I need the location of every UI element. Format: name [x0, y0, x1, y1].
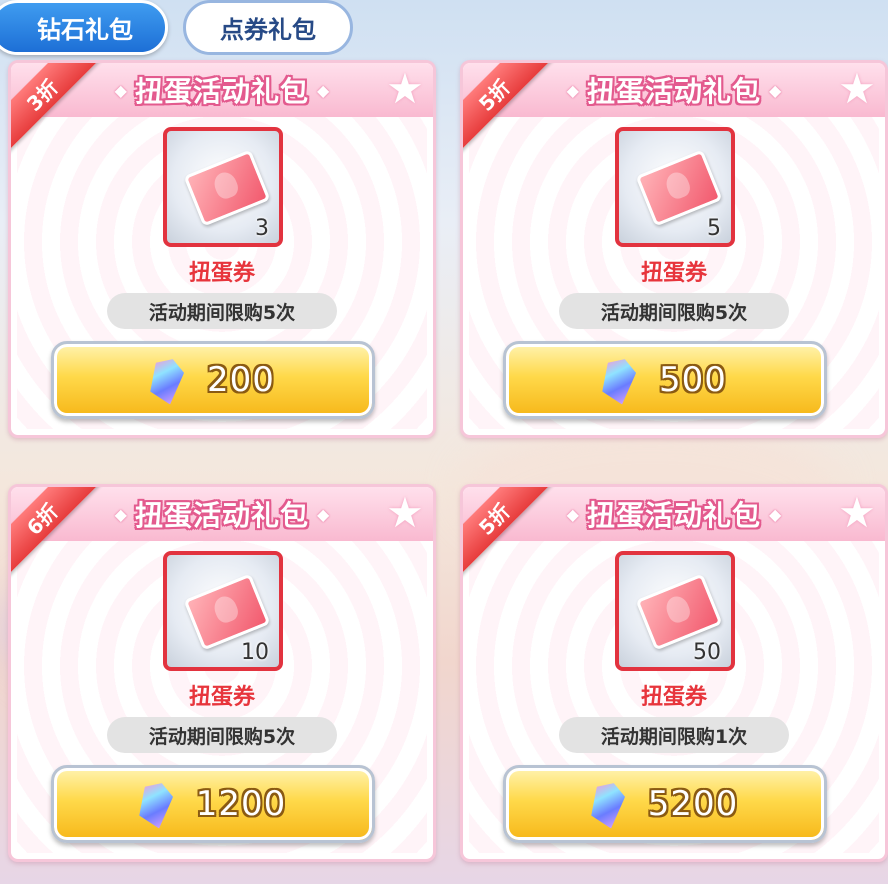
- gacha-ticket-icon: [183, 149, 271, 227]
- buy-button[interactable]: 1200: [51, 765, 375, 843]
- item-slot[interactable]: 5: [615, 127, 735, 247]
- price-label: 5200: [647, 784, 739, 824]
- gacha-ticket-icon: [635, 149, 723, 227]
- item-name: 扭蛋券: [640, 685, 707, 710]
- item-count: 10: [241, 640, 269, 665]
- card-title: 扭蛋活动礼包: [134, 499, 309, 532]
- card-title: 扭蛋活动礼包: [586, 499, 761, 532]
- card-title: 扭蛋活动礼包: [586, 75, 761, 108]
- buy-button[interactable]: 200: [51, 341, 375, 419]
- item-slot[interactable]: 10: [163, 551, 283, 671]
- price-label: 500: [659, 360, 727, 400]
- sparkle-icon: ◆: [114, 504, 127, 524]
- tab-coupon-gift-pack[interactable]: 点券礼包: [183, 0, 353, 55]
- sparkle-icon: ◆: [769, 504, 782, 524]
- item-slot[interactable]: 50: [615, 551, 735, 671]
- purchase-limit: 活动期间限购5次: [107, 293, 337, 329]
- purchase-limit: 活动期间限购1次: [559, 717, 789, 753]
- item-count: 3: [255, 216, 269, 241]
- item-name: 扭蛋券: [640, 261, 707, 286]
- sparkle-icon: ◆: [769, 80, 782, 100]
- star-icon: ★: [386, 488, 424, 537]
- star-icon: ★: [838, 488, 876, 537]
- card-title: 扭蛋活动礼包: [134, 75, 309, 108]
- sparkle-icon: ◆: [317, 80, 330, 100]
- buy-button[interactable]: 500: [503, 341, 827, 419]
- tab-diamond-gift-pack[interactable]: 钻石礼包: [0, 0, 168, 55]
- gift-pack-card: ◆ 扭蛋活动礼包 ◆ ★ 3折 3 扭蛋券 活动期间限购5次 200: [8, 60, 436, 438]
- sparkle-icon: ◆: [566, 80, 579, 100]
- gacha-ticket-icon: [635, 573, 723, 651]
- item-count: 50: [693, 640, 721, 665]
- item-slot[interactable]: 3: [163, 127, 283, 247]
- price-label: 1200: [195, 784, 287, 824]
- sparkle-icon: ◆: [114, 80, 127, 100]
- diamond-gem-icon: [145, 354, 187, 405]
- purchase-limit: 活动期间限购5次: [559, 293, 789, 329]
- buy-button[interactable]: 5200: [503, 765, 827, 843]
- gift-pack-card: ◆ 扭蛋活动礼包 ◆ ★ 5折 5 扭蛋券 活动期间限购5次 500: [460, 60, 888, 438]
- item-name: 扭蛋券: [188, 261, 255, 286]
- gift-pack-card: ◆ 扭蛋活动礼包 ◆ ★ 6折 10 扭蛋券 活动期间限购5次 1200: [8, 484, 436, 862]
- star-icon: ★: [838, 64, 876, 113]
- item-name: 扭蛋券: [188, 685, 255, 710]
- tab-label: 钻石礼包: [37, 16, 133, 44]
- sparkle-icon: ◆: [566, 504, 579, 524]
- purchase-limit: 活动期间限购5次: [107, 717, 337, 753]
- star-icon: ★: [386, 64, 424, 113]
- gift-pack-card: ◆ 扭蛋活动礼包 ◆ ★ 5折 50 扭蛋券 活动期间限购1次 5200: [460, 484, 888, 862]
- diamond-gem-icon: [134, 778, 176, 829]
- diamond-gem-icon: [586, 778, 628, 829]
- tab-label: 点券礼包: [220, 16, 316, 44]
- gacha-ticket-icon: [183, 573, 271, 651]
- item-count: 5: [707, 216, 721, 241]
- diamond-gem-icon: [597, 354, 639, 405]
- price-label: 200: [207, 360, 275, 400]
- sparkle-icon: ◆: [317, 504, 330, 524]
